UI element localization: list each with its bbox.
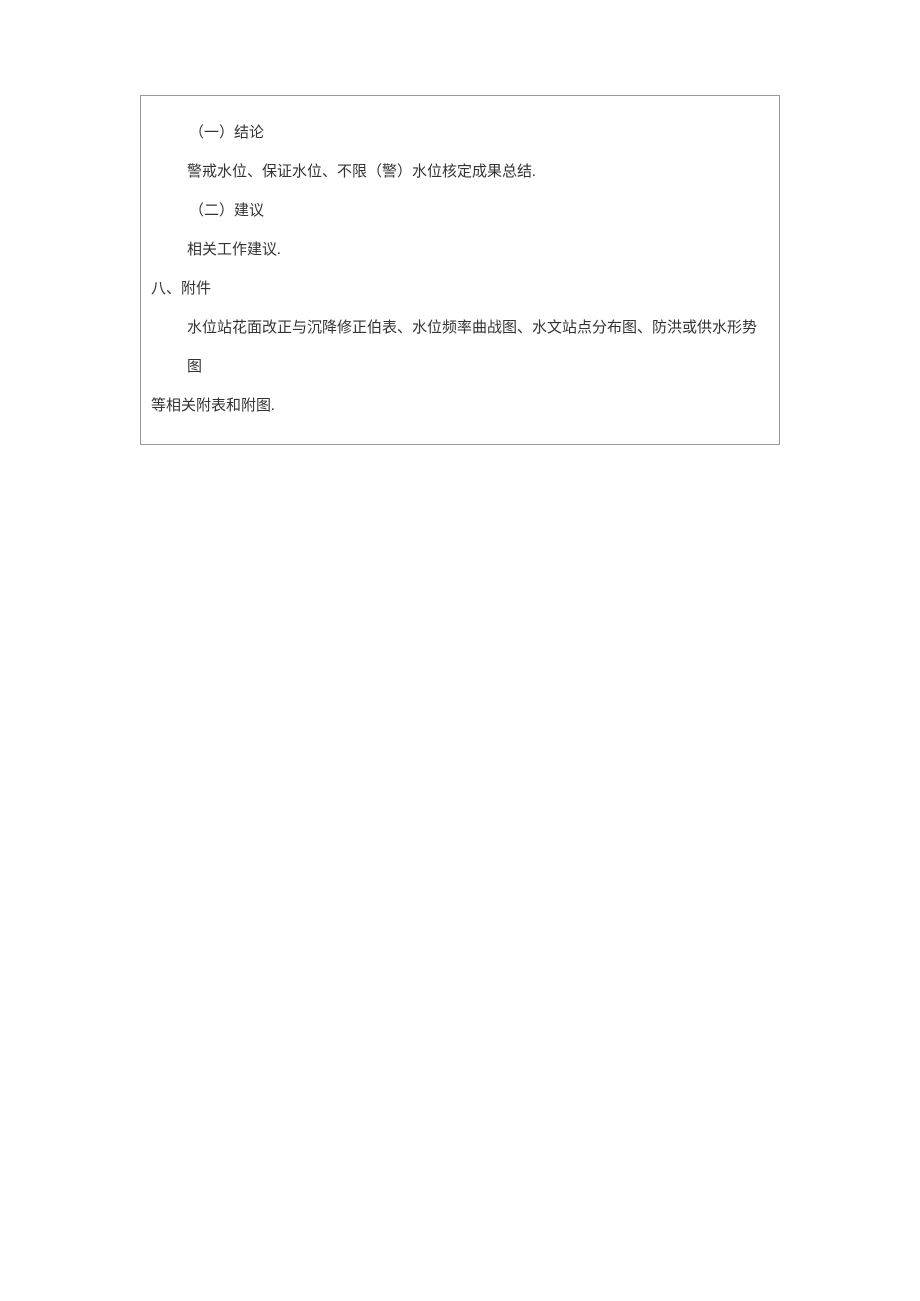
conclusion-body: 警戒水位、保证水位、不限（警）水位核定成果总结. bbox=[151, 153, 769, 192]
attachment-heading: 八、附件 bbox=[151, 270, 769, 309]
attachment-body-line2: 等相关附表和附图. bbox=[151, 387, 769, 426]
conclusion-heading: （一）结论 bbox=[151, 114, 769, 153]
suggestion-body: 相关工作建议. bbox=[151, 231, 769, 270]
document-content-box: （一）结论 警戒水位、保证水位、不限（警）水位核定成果总结. （二）建议 相关工… bbox=[140, 95, 780, 445]
suggestion-heading: （二）建议 bbox=[151, 192, 769, 231]
attachment-body-line1: 水位站花面改正与沉降修正伯表、水位频率曲战图、水文站点分布图、防洪或供水形势图 bbox=[151, 309, 769, 387]
